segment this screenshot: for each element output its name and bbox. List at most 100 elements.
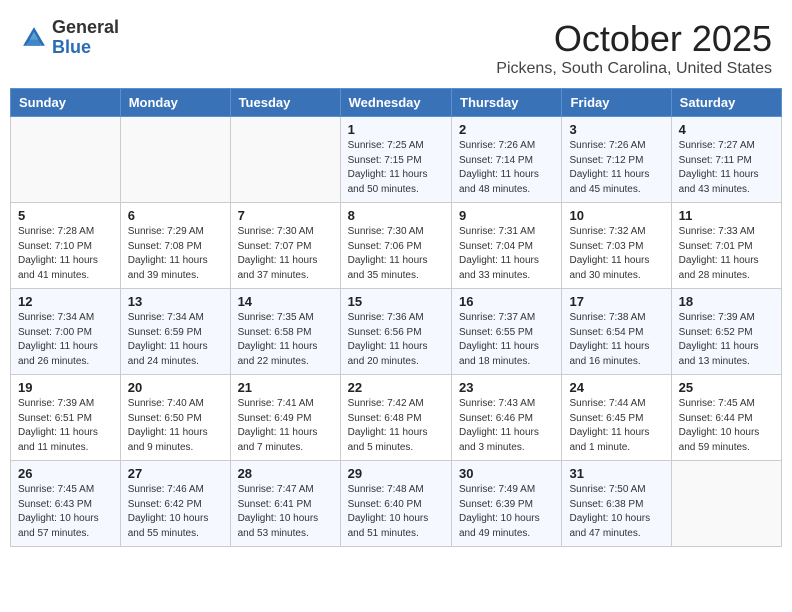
calendar-cell xyxy=(671,461,781,547)
day-info: Sunrise: 7:37 AMSunset: 6:55 PMDaylight:… xyxy=(459,311,554,369)
day-number: 13 xyxy=(128,294,223,309)
day-info: Sunrise: 7:48 AMSunset: 6:40 PMDaylight:… xyxy=(348,483,444,541)
day-info: Sunrise: 7:38 AMSunset: 6:54 PMDaylight:… xyxy=(569,311,663,369)
day-info: Sunrise: 7:39 AMSunset: 6:52 PMDaylight:… xyxy=(679,311,774,369)
calendar-cell: 23Sunrise: 7:43 AMSunset: 6:46 PMDayligh… xyxy=(452,375,562,461)
day-number: 7 xyxy=(238,208,333,223)
calendar-cell: 25 Sunrise: 7:45 AMSunset: 6:44 PMDayligh… xyxy=(671,375,781,461)
day-number: 20 xyxy=(128,380,223,395)
day-info: Sunrise: 7:45 AMSunset: 6:44 PMDaylight:… xyxy=(679,397,774,455)
day-info: Sunrise: 7:39 AMSunset: 6:51 PMDaylight:… xyxy=(18,397,113,455)
col-sunday: Sunday xyxy=(11,89,121,117)
day-number: 27 xyxy=(128,466,223,481)
col-tuesday: Tuesday xyxy=(230,89,340,117)
day-info: Sunrise: 7:49 AMSunset: 6:39 PMDaylight:… xyxy=(459,483,554,541)
calendar-cell: 16 Sunrise: 7:37 AMSunset: 6:55 PMDayligh… xyxy=(452,289,562,375)
day-info: Sunrise: 7:43 AMSunset: 6:46 PMDaylight:… xyxy=(459,397,554,455)
day-info: Sunrise: 7:26 AMSunset: 7:14 PMDaylight:… xyxy=(459,139,554,197)
day-number: 5 xyxy=(18,208,113,223)
day-info: Sunrise: 7:42 AMSunset: 6:48 PMDaylight:… xyxy=(348,397,444,455)
day-info: Sunrise: 7:45 AMSunset: 6:43 PMDaylight:… xyxy=(18,483,113,541)
calendar-cell: 28Sunrise: 7:47 AMSunset: 6:41 PMDayligh… xyxy=(230,461,340,547)
calendar-cell: 24 Sunrise: 7:44 AMSunset: 6:45 PMDayligh… xyxy=(562,375,671,461)
calendar-cell: 3 Sunrise: 7:26 AMSunset: 7:12 PMDaylight… xyxy=(562,117,671,203)
day-number: 11 xyxy=(679,208,774,223)
day-info: Sunrise: 7:44 AMSunset: 6:45 PMDaylight:… xyxy=(569,397,663,455)
calendar-cell: 10 Sunrise: 7:32 AMSunset: 7:03 PMDayligh… xyxy=(562,203,671,289)
logo-text: General Blue xyxy=(52,18,119,58)
col-wednesday: Wednesday xyxy=(340,89,451,117)
day-number: 29 xyxy=(348,466,444,481)
calendar-week-2: 5Sunrise: 7:28 AMSunset: 7:10 PMDaylight… xyxy=(11,203,782,289)
day-number: 12 xyxy=(18,294,113,309)
day-number: 26 xyxy=(18,466,113,481)
day-number: 30 xyxy=(459,466,554,481)
calendar-cell: 7 Sunrise: 7:30 AMSunset: 7:07 PMDaylight… xyxy=(230,203,340,289)
day-number: 31 xyxy=(569,466,663,481)
day-number: 19 xyxy=(18,380,113,395)
day-number: 9 xyxy=(459,208,554,223)
calendar-cell: 20 Sunrise: 7:40 AMSunset: 6:50 PMDayligh… xyxy=(120,375,230,461)
calendar-cell xyxy=(11,117,121,203)
day-info: Sunrise: 7:40 AMSunset: 6:50 PMDaylight:… xyxy=(128,397,223,455)
calendar-cell: 26 Sunrise: 7:45 AMSunset: 6:43 PMDayligh… xyxy=(11,461,121,547)
calendar-cell: 12Sunrise: 7:34 AMSunset: 7:00 PMDayligh… xyxy=(11,289,121,375)
day-info: Sunrise: 7:26 AMSunset: 7:12 PMDaylight:… xyxy=(569,139,663,197)
title-block: October 2025 Pickens, South Carolina, Un… xyxy=(496,18,772,78)
calendar-week-4: 19 Sunrise: 7:39 AMSunset: 6:51 PMDayligh… xyxy=(11,375,782,461)
day-number: 21 xyxy=(238,380,333,395)
calendar-cell: 14 Sunrise: 7:35 AMSunset: 6:58 PMDayligh… xyxy=(230,289,340,375)
calendar-table: Sunday Monday Tuesday Wednesday Thursday… xyxy=(10,88,782,547)
calendar-header-row: Sunday Monday Tuesday Wednesday Thursday… xyxy=(11,89,782,117)
col-saturday: Saturday xyxy=(671,89,781,117)
calendar-week-3: 12Sunrise: 7:34 AMSunset: 7:00 PMDayligh… xyxy=(11,289,782,375)
calendar-cell: 9 Sunrise: 7:31 AMSunset: 7:04 PMDaylight… xyxy=(452,203,562,289)
day-number: 10 xyxy=(569,208,663,223)
day-info: Sunrise: 7:35 AMSunset: 6:58 PMDaylight:… xyxy=(238,311,333,369)
location-title: Pickens, South Carolina, United States xyxy=(496,60,772,78)
calendar-cell: 19 Sunrise: 7:39 AMSunset: 6:51 PMDayligh… xyxy=(11,375,121,461)
calendar-cell: 27Sunrise: 7:46 AMSunset: 6:42 PMDayligh… xyxy=(120,461,230,547)
calendar-cell xyxy=(120,117,230,203)
day-number: 3 xyxy=(569,122,663,137)
day-number: 14 xyxy=(238,294,333,309)
day-number: 25 xyxy=(679,380,774,395)
calendar-cell: 17 Sunrise: 7:38 AMSunset: 6:54 PMDayligh… xyxy=(562,289,671,375)
day-info: Sunrise: 7:33 AMSunset: 7:01 PMDaylight:… xyxy=(679,225,774,283)
day-info: Sunrise: 7:27 AMSunset: 7:11 PMDaylight:… xyxy=(679,139,774,197)
day-number: 17 xyxy=(569,294,663,309)
day-info: Sunrise: 7:30 AMSunset: 7:06 PMDaylight:… xyxy=(348,225,444,283)
day-info: Sunrise: 7:31 AMSunset: 7:04 PMDaylight:… xyxy=(459,225,554,283)
calendar-cell: 6Sunrise: 7:29 AMSunset: 7:08 PMDaylight… xyxy=(120,203,230,289)
day-number: 15 xyxy=(348,294,444,309)
calendar-cell: 5Sunrise: 7:28 AMSunset: 7:10 PMDaylight… xyxy=(11,203,121,289)
day-number: 18 xyxy=(679,294,774,309)
day-info: Sunrise: 7:36 AMSunset: 6:56 PMDaylight:… xyxy=(348,311,444,369)
logo-general-text: General xyxy=(52,17,119,37)
day-number: 24 xyxy=(569,380,663,395)
day-info: Sunrise: 7:30 AMSunset: 7:07 PMDaylight:… xyxy=(238,225,333,283)
calendar-week-5: 26 Sunrise: 7:45 AMSunset: 6:43 PMDayligh… xyxy=(11,461,782,547)
calendar-cell: 8Sunrise: 7:30 AMSunset: 7:06 PMDaylight… xyxy=(340,203,451,289)
day-number: 1 xyxy=(348,122,444,137)
day-number: 22 xyxy=(348,380,444,395)
calendar-cell xyxy=(230,117,340,203)
day-info: Sunrise: 7:50 AMSunset: 6:38 PMDaylight:… xyxy=(569,483,663,541)
day-info: Sunrise: 7:47 AMSunset: 6:41 PMDaylight:… xyxy=(238,483,333,541)
calendar-cell: 4 Sunrise: 7:27 AMSunset: 7:11 PMDaylight… xyxy=(671,117,781,203)
col-friday: Friday xyxy=(562,89,671,117)
calendar-cell: 1Sunrise: 7:25 AMSunset: 7:15 PMDaylight… xyxy=(340,117,451,203)
calendar-cell: 11 Sunrise: 7:33 AMSunset: 7:01 PMDayligh… xyxy=(671,203,781,289)
day-info: Sunrise: 7:32 AMSunset: 7:03 PMDaylight:… xyxy=(569,225,663,283)
day-info: Sunrise: 7:29 AMSunset: 7:08 PMDaylight:… xyxy=(128,225,223,283)
day-number: 16 xyxy=(459,294,554,309)
logo-blue-text: Blue xyxy=(52,37,91,57)
calendar-cell: 18 Sunrise: 7:39 AMSunset: 6:52 PMDayligh… xyxy=(671,289,781,375)
day-number: 4 xyxy=(679,122,774,137)
calendar-cell: 29 Sunrise: 7:48 AMSunset: 6:40 PMDayligh… xyxy=(340,461,451,547)
calendar-wrapper: Sunday Monday Tuesday Wednesday Thursday… xyxy=(0,88,792,557)
logo-icon xyxy=(20,24,48,52)
page-header: General Blue October 2025 Pickens, South… xyxy=(0,0,792,88)
calendar-cell: 2Sunrise: 7:26 AMSunset: 7:14 PMDaylight… xyxy=(452,117,562,203)
day-info: Sunrise: 7:34 AMSunset: 6:59 PMDaylight:… xyxy=(128,311,223,369)
